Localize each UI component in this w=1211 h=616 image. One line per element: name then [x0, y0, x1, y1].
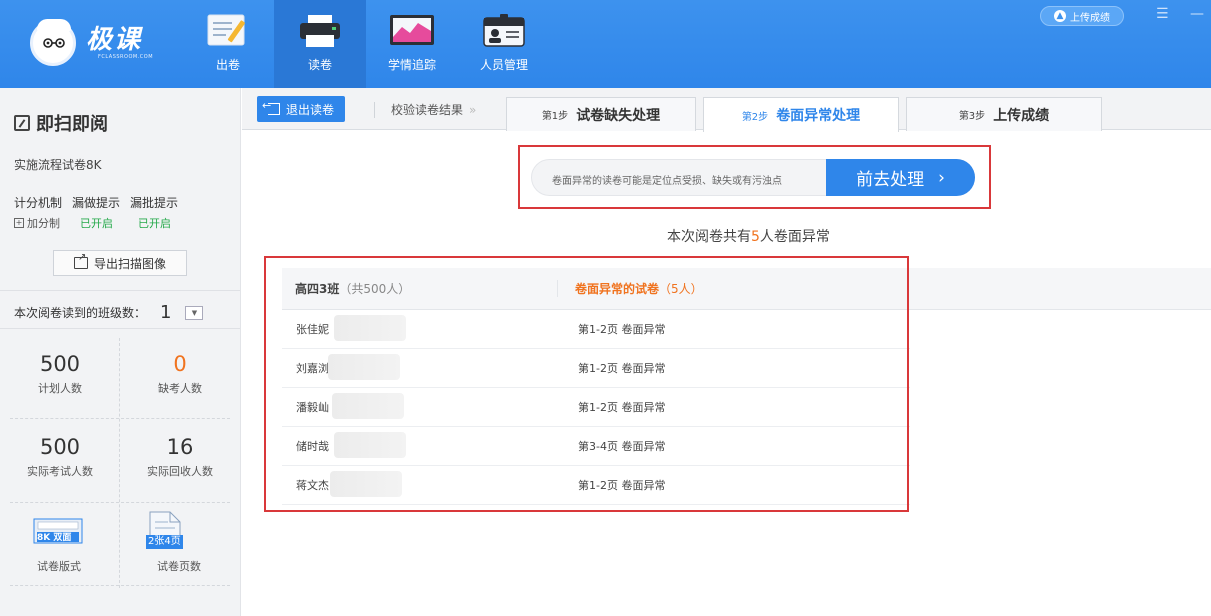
divider	[0, 328, 240, 329]
grid-divider	[10, 502, 230, 503]
summary-count: 5	[751, 229, 760, 245]
exit-reading-button[interactable]: 退出读卷	[257, 96, 345, 122]
verify-results-breadcrumb: 校验读卷结果 »	[374, 102, 476, 118]
class-count-label: 本次阅卷读到的班级数：	[14, 306, 147, 320]
stat-value: 16	[166, 435, 194, 459]
class-dropdown-button[interactable]: ▼	[185, 305, 204, 320]
export-icon	[73, 252, 88, 269]
stat-actual-exam: 500 实际考试人数	[5, 435, 115, 479]
stat-value: 500	[39, 352, 81, 376]
sidebar: 即扫即阅 实施流程试卷8K 计分机制 + 加分制 漏做提示 已开启 漏批提示 已开…	[0, 88, 241, 616]
stat-label: 实际回收人数	[147, 465, 213, 478]
upload-scores-label: 上传成绩	[1070, 12, 1110, 24]
stat-label: 实际考试人数	[27, 465, 93, 478]
top-bar: 极课 FCLASSROOM.COM 出卷 读卷 学情追踪 人员管理 ▲ 上传成绩…	[0, 0, 1211, 88]
upload-scores-button[interactable]: ▲ 上传成绩	[1040, 6, 1124, 26]
grid-divider	[10, 585, 230, 586]
exam-name: 实施流程试卷8K	[14, 158, 102, 172]
nav-item-staff-management[interactable]: 人员管理	[458, 0, 550, 88]
logo-subtext: FCLASSROOM.COM	[98, 54, 154, 60]
tab-step-3[interactable]: 第3步 上传成绩	[906, 97, 1102, 131]
exit-icon	[262, 99, 280, 115]
arrow-up-icon: ▲	[1054, 10, 1066, 22]
grid-divider	[10, 418, 230, 419]
tab-step-1[interactable]: 第1步 试卷缺失处理	[506, 97, 696, 131]
class-count-value: 1	[160, 302, 172, 323]
divider	[0, 290, 240, 291]
summary-suffix: 人卷面异常	[759, 229, 830, 245]
nav-label: 出卷	[215, 58, 240, 72]
step-title: 卷面异常处理	[776, 108, 861, 124]
step-number: 第3步	[958, 111, 986, 122]
setting-value: 已开启	[138, 217, 172, 230]
setting-value: 加分制	[27, 217, 60, 230]
export-scan-images-button[interactable]: 导出扫描图像	[53, 250, 187, 276]
nav-label: 读卷	[307, 58, 332, 72]
stat-value: 500	[39, 435, 81, 459]
tab-step-2[interactable]: 第2步 卷面异常处理	[703, 97, 899, 132]
class-count: 本次阅卷读到的班级数： 1 ▼	[14, 302, 204, 323]
dropdown-menu-icon[interactable]: ☰	[1156, 6, 1169, 22]
nav-label: 人员管理	[479, 58, 528, 72]
nav-item-read-paper[interactable]: 读卷	[274, 0, 366, 88]
paper-pages-label: 试卷页数	[157, 560, 201, 573]
stat-collected: 16 实际回收人数	[125, 435, 235, 479]
id-card-icon	[483, 14, 525, 47]
printer-icon	[300, 15, 340, 47]
nav-item-learning-tracking[interactable]: 学情追踪	[366, 0, 458, 88]
paper-edit-icon	[207, 14, 245, 46]
setting-missed-answer-alert: 漏做提示 已开启	[72, 194, 120, 231]
double-chevron-right-icon: »	[469, 103, 477, 117]
paper-format-badge: 8K 双面	[37, 533, 72, 543]
logo-text: 极课	[86, 25, 143, 55]
app-logo: 极课 FCLASSROOM.COM	[30, 19, 154, 66]
setting-label: 漏做提示	[72, 196, 121, 210]
highlight-frame	[264, 256, 909, 512]
exit-reading-label: 退出读卷	[285, 102, 334, 117]
export-label: 导出扫描图像	[93, 256, 166, 271]
main-nav: 出卷 读卷 学情追踪 人员管理	[182, 0, 550, 88]
sidebar-title-text: 即扫即阅	[36, 114, 108, 135]
summary-prefix: 本次阅卷共有	[667, 229, 751, 245]
stat-label: 计划人数	[38, 382, 82, 395]
logo-mascot-icon	[30, 19, 76, 66]
grid-divider	[119, 338, 120, 588]
stat-label: 缺考人数	[158, 382, 202, 395]
setting-label: 漏批提示	[130, 196, 179, 210]
plus-box-icon: +	[14, 218, 24, 228]
setting-scoring: 计分机制 + 加分制	[14, 194, 62, 231]
minimize-button[interactable]: —	[1190, 6, 1204, 22]
setting-missed-grading-alert: 漏批提示 已开启	[130, 194, 178, 231]
step-title: 上传成绩	[993, 107, 1050, 124]
edit-icon	[14, 115, 30, 131]
setting-label: 计分机制	[14, 196, 63, 210]
step-tab-bar: 退出读卷 校验读卷结果 » 第1步 试卷缺失处理 第2步 卷面异常处理 第3步 上…	[242, 88, 1211, 132]
step-title: 试卷缺失处理	[576, 107, 661, 124]
paper-pages-badge: 2张4页	[146, 535, 183, 549]
paper-format-label: 试卷版式	[37, 560, 81, 573]
stat-absent: 0 缺考人数	[125, 352, 235, 396]
step-number: 第2步	[741, 111, 769, 123]
setting-value: 已开启	[80, 217, 114, 230]
chart-screen-icon	[390, 15, 434, 45]
verify-results-label: 校验读卷结果	[391, 103, 464, 117]
sidebar-title: 即扫即阅	[14, 110, 108, 136]
nav-label: 学情追踪	[387, 58, 436, 72]
stat-value: 0	[173, 352, 187, 376]
step-number: 第1步	[541, 111, 569, 122]
stat-planned: 500 计划人数	[5, 352, 115, 396]
main-panel: 退出读卷 校验读卷结果 » 第1步 试卷缺失处理 第2步 卷面异常处理 第3步 上…	[242, 88, 1211, 616]
abnormal-summary: 本次阅卷共有5人卷面异常	[667, 226, 830, 246]
nav-item-create-paper[interactable]: 出卷	[182, 0, 274, 88]
exam-settings: 计分机制 + 加分制 漏做提示 已开启 漏批提示 已开启	[14, 194, 178, 231]
highlight-frame	[518, 145, 991, 209]
